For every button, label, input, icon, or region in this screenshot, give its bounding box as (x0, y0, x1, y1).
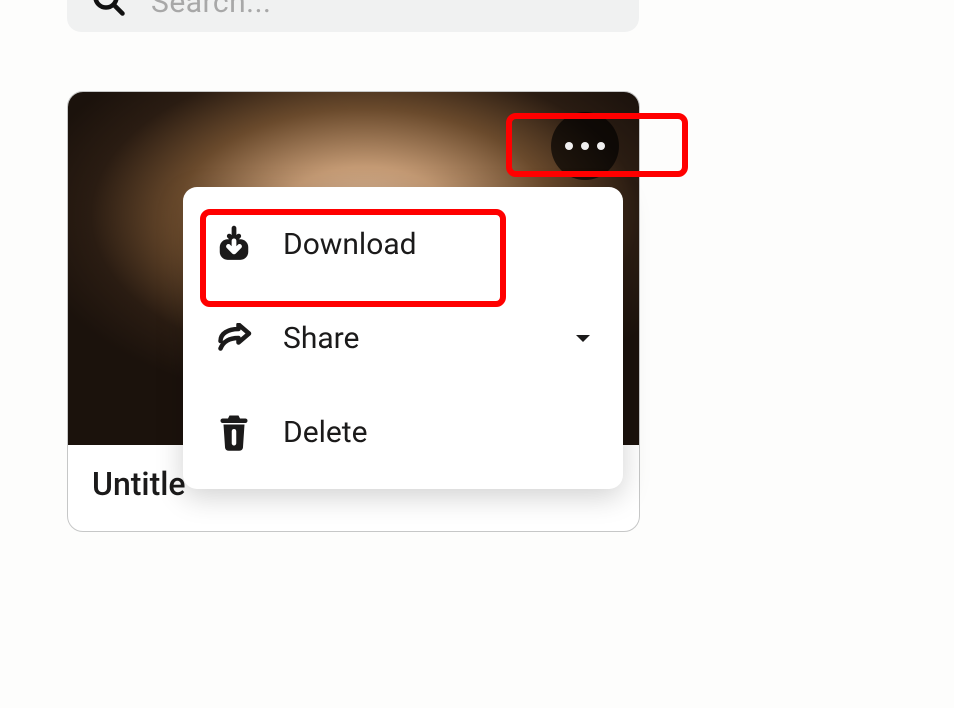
menu-item-download[interactable]: Download (183, 197, 623, 291)
menu-item-label: Share (283, 321, 545, 356)
menu-item-share[interactable]: Share (183, 291, 623, 385)
menu-item-label: Download (283, 227, 591, 262)
search-bar[interactable]: Search... (67, 0, 639, 32)
search-icon (91, 0, 127, 22)
menu-item-delete[interactable]: Delete (183, 385, 623, 479)
caret-down-icon (575, 328, 591, 349)
share-icon (215, 319, 253, 357)
trash-icon (215, 413, 253, 451)
menu-item-label: Delete (283, 415, 591, 450)
dot-icon (597, 142, 605, 150)
more-options-button[interactable] (551, 112, 619, 180)
download-icon (215, 225, 253, 263)
search-placeholder: Search... (151, 0, 271, 20)
context-menu: Download Share Delete (183, 187, 623, 489)
dot-icon (581, 142, 589, 150)
dot-icon (565, 142, 573, 150)
